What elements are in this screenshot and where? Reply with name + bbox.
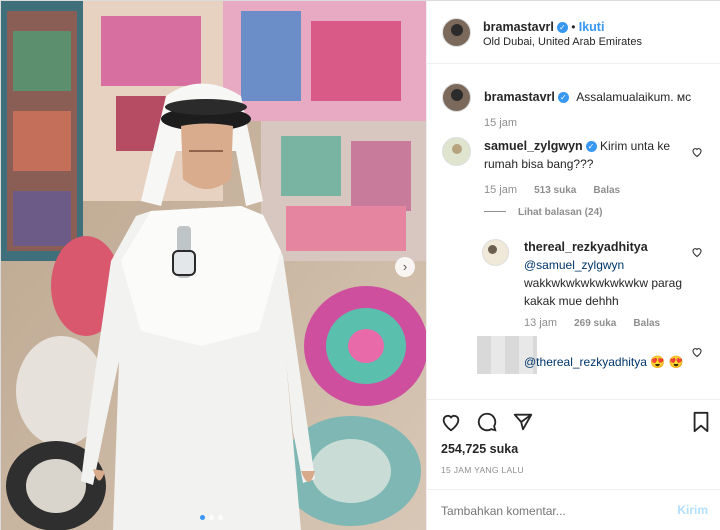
header-username[interactable]: bramastavrl <box>483 20 554 34</box>
comment-1-time: 15 jam <box>484 184 518 196</box>
comment-2-body: thereal_rezkyadhitya @samuel_zylgwyn wak… <box>524 238 689 310</box>
verified-badge-icon: ✓ <box>585 141 597 152</box>
comment-1-username[interactable]: samuel_zylgwyn <box>484 139 583 153</box>
share-icon[interactable] <box>512 411 534 433</box>
caption-username[interactable]: bramastavrl <box>484 90 555 104</box>
send-button[interactable]: Kirim <box>677 503 708 517</box>
caption-time: 15 jam <box>484 117 518 129</box>
heart-icon[interactable] <box>691 346 703 358</box>
reply-button[interactable]: Balas <box>633 318 660 329</box>
reply-button[interactable]: Balas <box>593 185 620 196</box>
view-replies-label: Lihat balasan (24) <box>518 207 603 218</box>
comment-3-mention[interactable]: @thereal_rezkyadhitya <box>524 355 647 369</box>
avatar[interactable] <box>442 18 471 47</box>
heart-icon[interactable] <box>691 246 703 258</box>
carousel-dot <box>209 515 214 520</box>
view-replies[interactable]: Lihat balasan (24) <box>484 206 602 218</box>
carousel-dot <box>200 515 205 520</box>
avatar[interactable] <box>482 239 509 266</box>
comment-3-body: @thereal_rezkyadhitya 😍 😍 <box>524 353 689 371</box>
avatar[interactable] <box>442 137 471 166</box>
comment-2-username[interactable]: thereal_rezkyadhitya <box>524 240 648 254</box>
carousel-dot <box>218 515 223 520</box>
location-link[interactable]: Old Dubai, United Arab Emirates <box>483 36 642 48</box>
comment-icon[interactable] <box>476 411 498 433</box>
comment-2-text: wakkwkwkwkwkwkwkw parag kakak mue dehhh <box>524 276 683 308</box>
comment-2-time: 13 jam <box>524 317 558 329</box>
heart-icon[interactable] <box>691 146 703 158</box>
comment-1-meta: 15 jam 513 suka Balas <box>484 184 620 196</box>
follow-button[interactable]: Ikuti <box>579 20 605 34</box>
caption-text: Assalamualaikum. мс <box>576 90 692 104</box>
verified-badge-icon: ✓ <box>556 22 568 33</box>
carousel-dots <box>200 515 228 521</box>
post-header: bramastavrl ✓ • Ikuti Old Dubai, United A… <box>427 1 720 64</box>
action-bar <box>427 399 720 439</box>
post-sidebar: bramastavrl ✓ • Ikuti Old Dubai, United A… <box>426 1 720 530</box>
post-timestamp: 15 JAM YANG LALU <box>441 465 524 475</box>
avatar[interactable] <box>442 83 471 112</box>
comment-2-mention[interactable]: @samuel_zylgwyn <box>524 258 624 272</box>
like-count[interactable]: 254,725 suka <box>441 442 518 456</box>
post-photo[interactable]: › <box>1 1 426 530</box>
photo-illustration <box>1 1 426 530</box>
view-replies-line <box>484 211 506 212</box>
verified-badge-icon: ✓ <box>557 92 569 103</box>
heart-icon[interactable] <box>440 411 462 433</box>
comment-1-likes[interactable]: 513 suka <box>534 185 576 196</box>
add-comment-bar: Kirim <box>427 489 720 530</box>
instagram-post-view: › bramastavrl ✓ • Ikuti Old Dubai, United… <box>0 0 720 530</box>
comment-1-body: samuel_zylgwyn ✓ Kirim unta ke rumah bisa… <box>484 137 684 173</box>
comment-3-text: 😍 😍 <box>650 355 684 369</box>
comment-input[interactable] <box>441 502 661 520</box>
comment-2-meta: 13 jam 269 suka Balas <box>524 317 660 329</box>
carousel-next-icon[interactable]: › <box>395 257 415 277</box>
comment-2-likes[interactable]: 269 suka <box>574 318 616 329</box>
bookmark-icon[interactable] <box>691 411 711 433</box>
